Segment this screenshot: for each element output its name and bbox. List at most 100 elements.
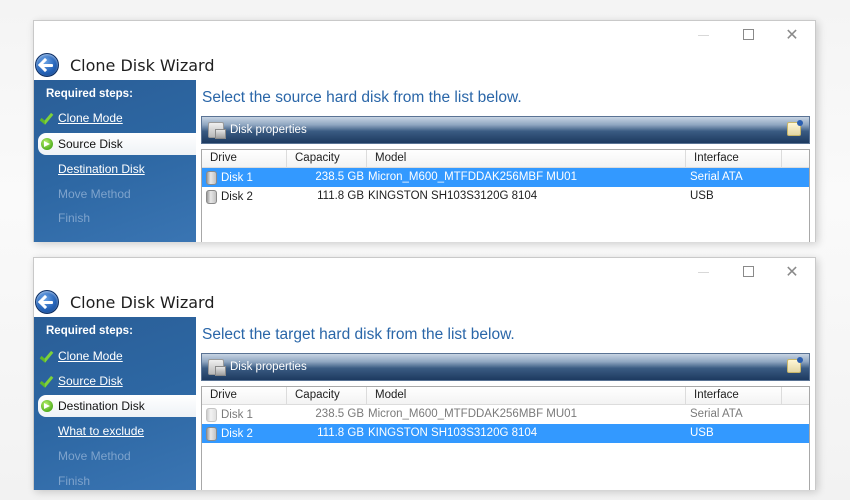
capacity-cell: 111.8 GB [317,190,364,202]
instruction-text: Select the source hard disk from the lis… [202,89,522,106]
drive-name: Disk 1 [221,171,253,184]
disk-properties-icon [208,122,226,139]
list-header: Drive Capacity Model Interface [202,150,809,168]
step-label: Move Method [58,449,131,463]
current-step-arrow-icon [41,138,53,150]
minimize-button[interactable] [695,263,713,281]
interface-cell: USB [690,427,714,439]
check-icon [41,348,51,362]
disk-row-disabled: Disk 1 238.5 GB Micron_M600_MTFDDAK256MB… [202,405,809,424]
interface-cell: USB [690,190,714,202]
drive-name: Disk 1 [221,408,253,421]
step-finish: Finish [34,470,196,490]
step-clone-mode[interactable]: Clone Mode [34,345,196,367]
step-clone-mode[interactable]: Clone Mode [34,107,196,129]
step-destination-disk[interactable]: Destination Disk [34,158,196,180]
disk-properties-icon [208,359,226,376]
drive-cell: Disk 2 [206,187,253,206]
column-model[interactable]: Model [367,150,686,168]
maximize-button[interactable] [739,26,757,44]
interface-cell: Serial ATA [690,408,743,420]
column-interface[interactable]: Interface [686,150,782,168]
wizard-header: Clone Disk Wizard [34,288,215,316]
step-label[interactable]: Clone Mode [58,111,123,125]
step-label: Move Method [58,187,131,201]
wizard-title: Clone Disk Wizard [70,292,215,312]
back-arrow-icon[interactable] [35,53,59,77]
column-capacity[interactable]: Capacity [287,150,367,168]
disk-properties-label[interactable]: Disk properties [230,124,307,136]
step-label: Source Disk [58,137,123,151]
hard-disk-icon [206,170,217,185]
title-bar: ✕ [34,258,815,286]
step-move-method: Move Method [34,183,196,205]
model-cell: Micron_M600_MTFDDAK256MBF MU01 [368,171,577,183]
step-source-disk[interactable]: Source Disk [34,370,196,392]
step-move-method: Move Method [34,445,196,467]
step-label: Finish [58,211,91,225]
drive-cell: Disk 1 [206,405,253,424]
steps-sidebar: Required steps: Clone Mode Source Disk D… [34,80,196,242]
capacity-cell: 238.5 GB [315,408,364,420]
drive-name: Disk 2 [221,190,253,203]
column-filler [782,150,812,168]
disk-properties-bar[interactable]: Disk properties [201,353,810,381]
wizard-content: Select the source hard disk from the lis… [196,80,815,242]
help-icon[interactable] [787,357,803,373]
wizard-header: Clone Disk Wizard [34,51,215,79]
column-drive[interactable]: Drive [202,387,287,405]
step-label[interactable]: Source Disk [58,374,123,388]
step-finish: Finish [34,207,196,229]
check-icon [41,373,51,387]
wizard-content: Select the target hard disk from the lis… [196,317,815,490]
step-label[interactable]: What to exclude [58,424,144,438]
hard-disk-icon [206,189,217,204]
steps-sidebar: Required steps: Clone Mode Source Disk D… [34,317,196,490]
column-filler [782,387,812,405]
wizard-title: Clone Disk Wizard [70,55,215,75]
step-source-disk: Source Disk [38,133,196,155]
current-step-arrow-icon [41,400,53,412]
disk-row[interactable]: Disk 2 111.8 GB KINGSTON SH103S3120G 810… [202,187,809,206]
drive-cell: Disk 2 [206,424,253,443]
help-icon[interactable] [787,120,803,136]
instruction-text: Select the target hard disk from the lis… [202,326,515,343]
column-model[interactable]: Model [367,387,686,405]
column-drive[interactable]: Drive [202,150,287,168]
disk-list[interactable]: Drive Capacity Model Interface Disk 1 23… [201,149,810,242]
step-destination-disk: Destination Disk [38,395,196,417]
model-cell: KINGSTON SH103S3120G 8104 [368,427,538,439]
drive-cell: Disk 1 [206,168,253,187]
column-interface[interactable]: Interface [686,387,782,405]
maximize-button[interactable] [739,263,757,281]
disk-properties-label[interactable]: Disk properties [230,361,307,373]
drive-name: Disk 2 [221,427,253,440]
close-button[interactable]: ✕ [783,263,801,281]
capacity-cell: 111.8 GB [317,427,364,439]
check-icon [41,110,51,124]
minimize-button[interactable] [695,26,713,44]
model-cell: Micron_M600_MTFDDAK256MBF MU01 [368,408,577,420]
title-bar: ✕ [34,21,815,49]
step-label[interactable]: Clone Mode [58,349,123,363]
clone-wizard-window-source: ✕ Clone Disk Wizard Required steps: Clon… [33,20,816,242]
clone-wizard-window-target: ✕ Clone Disk Wizard Required steps: Clon… [33,257,816,490]
disk-list[interactable]: Drive Capacity Model Interface Disk 1 23… [201,386,810,490]
disk-row[interactable]: Disk 2 111.8 GB KINGSTON SH103S3120G 810… [202,424,809,443]
disk-row[interactable]: Disk 1 238.5 GB Micron_M600_MTFDDAK256MB… [202,168,809,187]
required-steps-heading: Required steps: [46,325,133,337]
step-label: Destination Disk [58,399,145,413]
interface-cell: Serial ATA [690,171,743,183]
back-arrow-icon[interactable] [35,290,59,314]
hard-disk-icon [206,407,217,422]
model-cell: KINGSTON SH103S3120G 8104 [368,190,538,202]
step-label[interactable]: Destination Disk [58,162,145,176]
step-label: Finish [58,474,91,488]
disk-properties-bar[interactable]: Disk properties [201,116,810,144]
list-header: Drive Capacity Model Interface [202,387,809,405]
column-capacity[interactable]: Capacity [287,387,367,405]
capacity-cell: 238.5 GB [315,171,364,183]
hard-disk-icon [206,426,217,441]
close-button[interactable]: ✕ [783,26,801,44]
step-what-to-exclude[interactable]: What to exclude [34,420,196,442]
